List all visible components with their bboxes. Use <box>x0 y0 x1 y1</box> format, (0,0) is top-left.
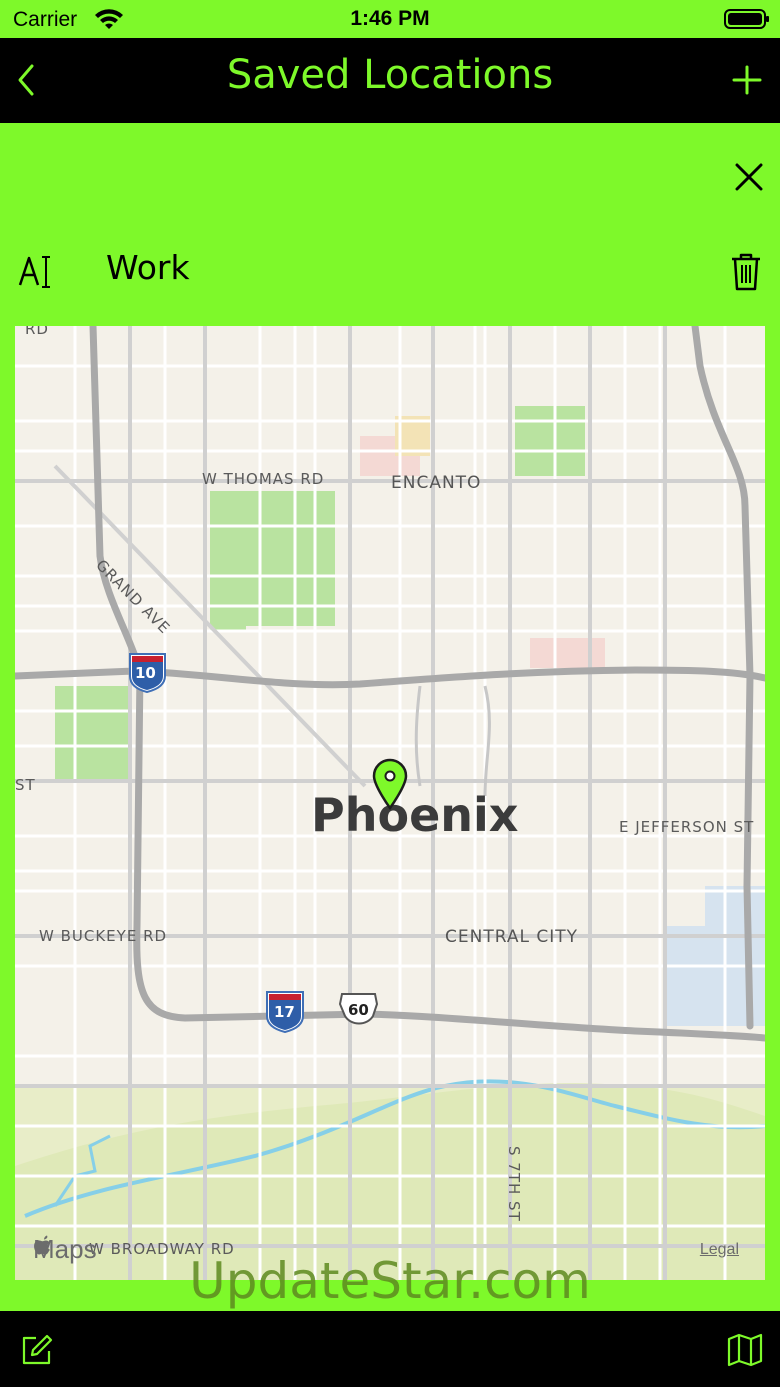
map-label: RD <box>25 326 49 338</box>
map-label: ST <box>15 776 36 794</box>
map-fold-icon[interactable] <box>727 1333 763 1371</box>
map-label-city: Phoenix <box>311 788 519 842</box>
page-title: Saved Locations <box>226 52 554 98</box>
close-icon[interactable] <box>730 158 768 200</box>
bottom-toolbar <box>0 1311 780 1387</box>
map-label-7th-st: S 7TH ST <box>505 1146 523 1222</box>
map-view[interactable]: RD W THOMAS RD ENCANTO GRAND AVE 10 ST P… <box>15 326 765 1280</box>
map-label-encanto: ENCANTO <box>391 473 482 493</box>
map-label-buckeye-rd: W BUCKEYE RD <box>39 927 168 945</box>
add-plus-icon[interactable] <box>732 62 762 102</box>
watermark: UpdateStar.com <box>189 1252 591 1310</box>
location-name-row: Work <box>0 238 780 308</box>
map-label-central-city: CENTRAL CITY <box>445 927 578 947</box>
status-bar: Carrier 1:46 PM <box>0 0 780 38</box>
compose-edit-icon[interactable] <box>20 1333 54 1371</box>
map-label-i17: 17 <box>274 1003 295 1021</box>
map-label-thomas-rd: W THOMAS RD <box>202 470 325 488</box>
map-label-jefferson-st: E JEFFERSON ST <box>619 818 755 836</box>
trash-icon[interactable] <box>729 252 763 296</box>
status-time: 1:46 PM <box>350 7 430 30</box>
map-label-i10: 10 <box>135 664 156 682</box>
battery-icon <box>724 9 770 34</box>
map-label-us60: 60 <box>348 1001 369 1019</box>
location-name-input[interactable]: Work <box>106 248 190 287</box>
text-format-icon <box>18 252 54 296</box>
navigation-bar: Saved Locations <box>0 38 780 123</box>
